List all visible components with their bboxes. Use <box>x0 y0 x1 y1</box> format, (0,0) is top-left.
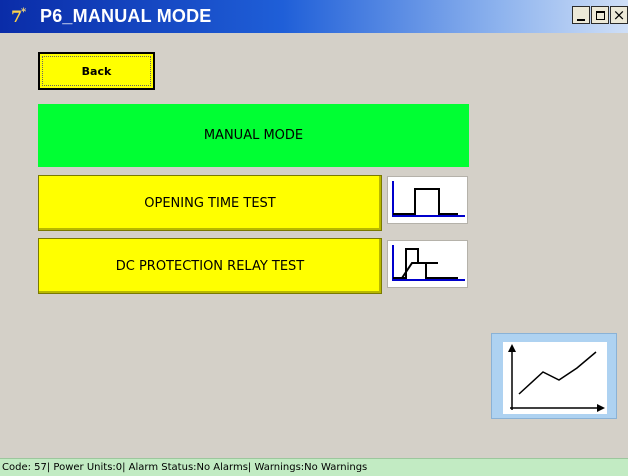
back-button[interactable]: Back <box>38 52 155 90</box>
relay-ramp-waveform-icon <box>392 245 465 281</box>
close-button[interactable]: × <box>610 6 628 24</box>
maximize-icon <box>595 10 605 20</box>
window-title: P6_MANUAL MODE <box>40 6 212 26</box>
opening-time-test-icon-button[interactable] <box>387 176 468 224</box>
status-bar: Code: 57| Power Units:0| Alarm Status:No… <box>0 458 628 476</box>
dc-protection-relay-test-icon-button[interactable] <box>387 240 468 288</box>
window-controls: × <box>572 6 628 24</box>
trend-button[interactable] <box>491 333 617 419</box>
maximize-button[interactable] <box>591 6 609 24</box>
manual-mode-header: MANUAL MODE <box>38 104 469 167</box>
trend-chart-icon <box>508 344 605 412</box>
minimize-button[interactable] <box>572 6 590 24</box>
trend-button-face <box>503 342 607 414</box>
app-7-icon: 7 * <box>11 7 27 26</box>
pulse-waveform-icon <box>392 181 465 217</box>
dc-protection-relay-test-button[interactable]: DC PROTECTION RELAY TEST <box>38 238 382 294</box>
window-title-bar[interactable]: 7 * P6_MANUAL MODE × <box>0 0 628 33</box>
minimize-icon <box>577 18 585 21</box>
close-icon: × <box>612 6 626 24</box>
opening-time-test-button[interactable]: OPENING TIME TEST <box>38 175 382 231</box>
